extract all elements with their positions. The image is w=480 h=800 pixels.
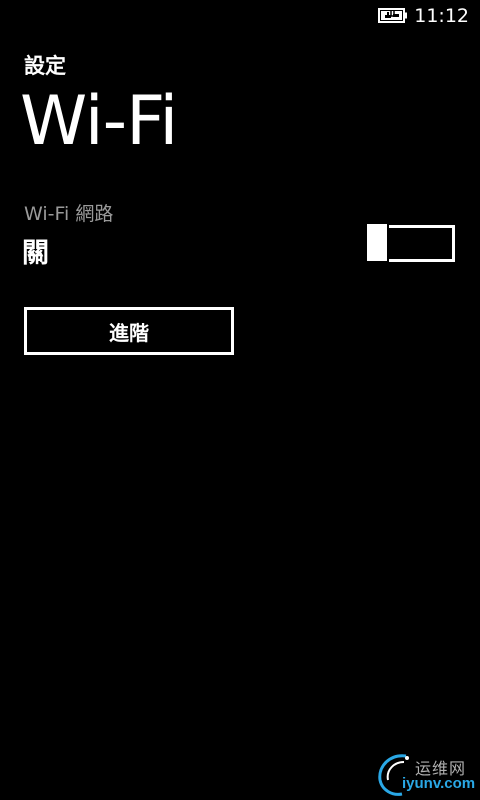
wifi-toggle-switch[interactable] — [367, 224, 457, 262]
watermark: 运维网 iyunv.com — [376, 752, 476, 796]
page-title: Wi-Fi — [20, 82, 178, 161]
status-bar: 11:12 — [0, 0, 480, 32]
status-time: 11:12 — [414, 5, 469, 27]
advanced-button[interactable]: 進階 — [24, 307, 234, 355]
app-title: 設定 — [24, 54, 66, 78]
wifi-setting-value: 關 — [22, 238, 49, 269]
wifi-setting-label: Wi-Fi 網路 — [24, 203, 114, 225]
toggle-thumb[interactable] — [367, 224, 387, 261]
toggle-track — [389, 225, 455, 262]
watermark-url-text: iyunv.com — [402, 775, 476, 792]
battery-charging-icon — [378, 8, 407, 23]
